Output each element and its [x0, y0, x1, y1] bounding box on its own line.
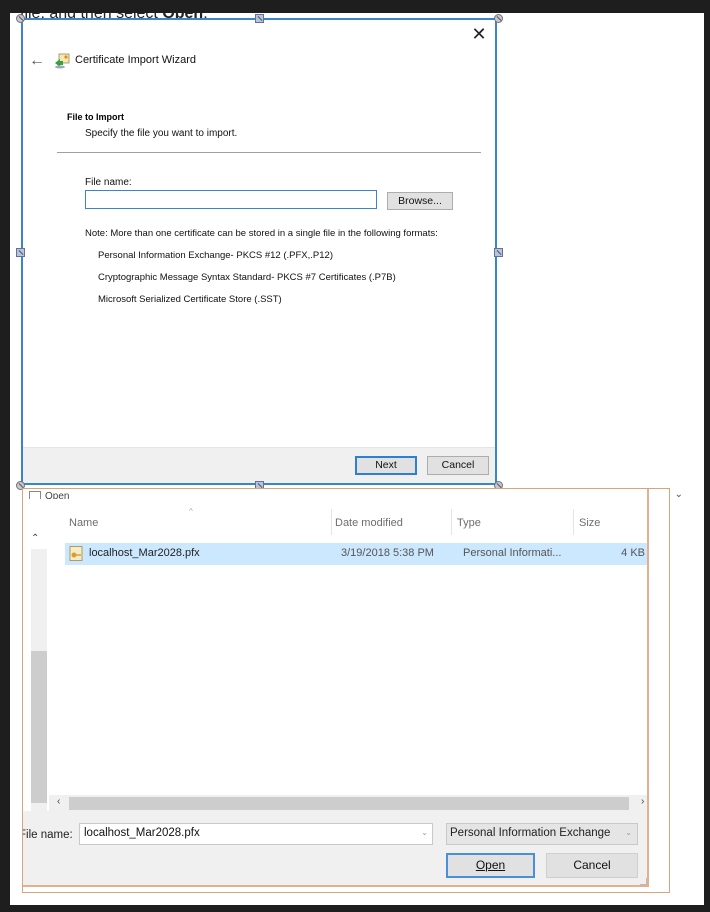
resize-grip-icon[interactable] [640, 878, 647, 885]
pfx-file-icon [69, 546, 83, 561]
cancel-button[interactable]: Cancel [546, 853, 638, 878]
horizontal-scrollbar-thumb[interactable] [69, 797, 629, 810]
nav-scrollbar-thumb[interactable] [31, 651, 47, 803]
back-arrow-icon[interactable]: ← [29, 52, 45, 70]
open-dialog-window: Open ⌃ ⌄ ^ Name Date modified Type Size [23, 489, 649, 887]
chevron-down-icon[interactable]: ⌄ [625, 828, 632, 837]
open-button[interactable]: Open [446, 853, 535, 878]
open-dialog-title: Open [29, 491, 69, 499]
dialog-icon [29, 491, 41, 499]
chevron-down-icon[interactable]: ⌄ [421, 828, 428, 837]
wizard-subheading: Specify the file you want to import. [85, 128, 238, 139]
resize-handle[interactable] [494, 14, 503, 23]
column-divider[interactable] [451, 509, 452, 535]
resize-handle[interactable] [16, 14, 25, 23]
formats-note: Note: More than one certificate can be s… [85, 228, 438, 239]
next-button[interactable]: Next [355, 456, 417, 475]
column-header-size[interactable]: Size [579, 517, 600, 529]
file-name: localhost_Mar2028.pfx [89, 547, 200, 559]
format-item: Personal Information Exchange- PKCS #12 … [98, 250, 333, 261]
wizard-heading: File to Import [67, 112, 124, 122]
browse-button[interactable]: Browse... [387, 192, 453, 210]
chevron-down-icon[interactable]: ⌄ [675, 489, 683, 500]
column-divider[interactable] [331, 509, 332, 535]
scroll-right-icon[interactable]: › [641, 796, 644, 807]
column-header-type[interactable]: Type [457, 517, 481, 529]
column-header-date-modified[interactable]: Date modified [335, 517, 403, 529]
file-date-modified: 3/19/2018 5:38 PM [341, 547, 434, 559]
file-name-value: localhost_Mar2028.pfx [84, 827, 200, 839]
file-name-label: File name: [23, 829, 73, 841]
file-type: Personal Informati... [463, 547, 562, 559]
dialog-bottom-pane: File name: localhost_Mar2028.pfx ⌄ Perso… [23, 811, 647, 885]
column-header-name[interactable]: Name [69, 517, 98, 529]
certificate-wizard-icon [55, 53, 70, 69]
divider [57, 152, 481, 153]
close-icon[interactable]: ✕ [469, 24, 489, 44]
format-item: Microsoft Serialized Certificate Store (… [98, 294, 282, 305]
file-name-label: File name: [85, 177, 132, 188]
file-size: 4 KB [621, 547, 645, 559]
horizontal-scrollbar[interactable]: ‹ › [49, 795, 647, 811]
open-dialog-title-text: Open [45, 491, 70, 499]
scroll-left-icon[interactable]: ‹ [57, 796, 60, 807]
column-divider[interactable] [573, 509, 574, 535]
file-list: ^ Name Date modified Type Size localhost… [49, 507, 647, 797]
wizard-footer: Next Cancel [23, 447, 495, 483]
resize-handle[interactable] [255, 14, 264, 23]
navigation-pane: ⌃ ⌄ [23, 509, 49, 825]
file-type-filter-value: Personal Information Exchange [450, 827, 611, 839]
format-item: Cryptographic Message Syntax Standard- P… [98, 272, 396, 283]
window-controls: ⌄ [675, 489, 683, 500]
certificate-import-wizard: ✕ ← Certificate Import Wizard File to Im… [21, 18, 497, 485]
open-file-dialog: Open ⌃ ⌄ ^ Name Date modified Type Size [22, 488, 683, 893]
file-type-filter[interactable]: Personal Information Exchange ⌄ [446, 823, 638, 845]
scroll-up-icon[interactable]: ⌃ [31, 533, 39, 544]
cancel-button[interactable]: Cancel [427, 456, 489, 475]
open-button-label: Open [475, 858, 506, 872]
sort-caret-icon: ^ [189, 507, 193, 516]
file-name-combobox[interactable]: localhost_Mar2028.pfx ⌄ [79, 823, 433, 845]
wizard-title: Certificate Import Wizard [75, 54, 197, 66]
file-row[interactable]: localhost_Mar2028.pfx 3/19/2018 5:38 PM … [65, 543, 647, 565]
resize-handle[interactable] [16, 248, 25, 257]
file-name-input[interactable] [85, 190, 377, 209]
resize-handle[interactable] [494, 248, 503, 257]
